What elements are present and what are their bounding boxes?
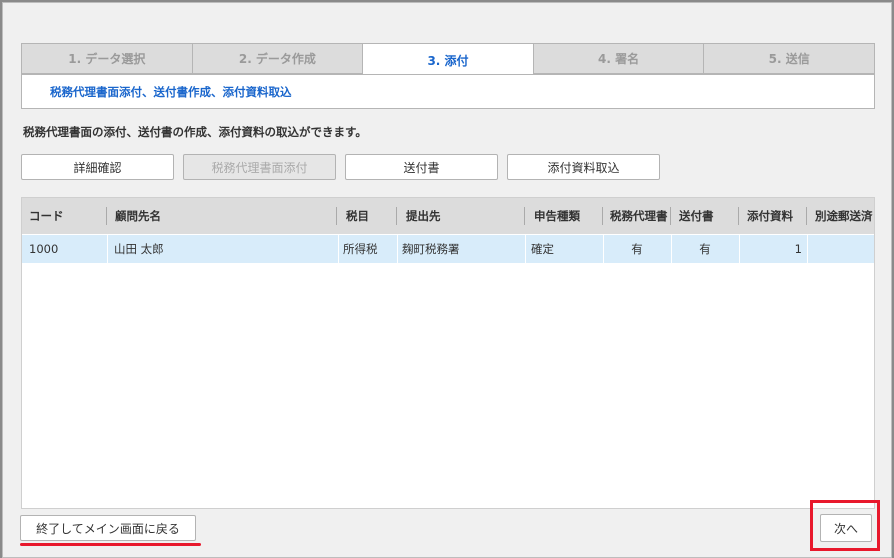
tab-send[interactable]: 5. 送信: [703, 43, 875, 74]
exit-to-main-button[interactable]: 終了してメイン画面に戻る: [20, 515, 196, 541]
cover-letter-button[interactable]: 送付書: [345, 154, 498, 180]
column-divider[interactable]: [806, 207, 807, 225]
dialog-window: 1. データ選択 2. データ作成 3. 添付 4. 署名 5. 送信 税務代理…: [2, 2, 892, 558]
page-description: 税務代理書面の添付、送付書の作成、添付資料の取込ができます。: [23, 125, 367, 139]
cell-divider: [525, 235, 526, 263]
detail-button[interactable]: 詳細確認: [21, 154, 174, 180]
column-divider[interactable]: [396, 207, 397, 225]
exit-button-highlight-underline: [20, 543, 201, 546]
cell-attachment-count: 1: [794, 242, 802, 256]
cell-code: 1000: [29, 242, 59, 256]
column-header[interactable]: 税務代理書: [610, 198, 669, 234]
step-tabs: 1. データ選択 2. データ作成 3. 添付 4. 署名 5. 送信: [21, 43, 875, 76]
cell-divider: [397, 235, 398, 263]
column-header[interactable]: 添付資料: [747, 198, 805, 234]
tab-data-select[interactable]: 1. データ選択: [21, 43, 192, 74]
subpanel-title: 税務代理書面添付、送付書作成、添付資料取込: [50, 85, 292, 99]
column-header[interactable]: 送付書: [679, 198, 737, 234]
column-divider[interactable]: [670, 207, 671, 225]
step-subpanel: 税務代理書面添付、送付書作成、添付資料取込: [21, 74, 875, 109]
cell-tax-item: 所得税: [343, 242, 378, 256]
cell-cover-letter: 有: [699, 242, 711, 256]
column-header[interactable]: 顧問先名: [115, 198, 335, 234]
cell-divider: [338, 235, 339, 263]
table-header: コード 顧問先名 税目 提出先 申告種類 税務代理書 送付書 添付資料 別途郵送…: [22, 198, 874, 234]
next-button-highlight-box: [810, 500, 880, 551]
column-divider[interactable]: [106, 207, 107, 225]
column-header[interactable]: 申告種類: [534, 198, 600, 234]
cell-tax-agent-doc: 有: [631, 242, 643, 256]
cell-mailed-separately: [808, 235, 874, 263]
attachment-import-button[interactable]: 添付資料取込: [507, 154, 660, 180]
column-header[interactable]: 税目: [346, 198, 394, 234]
tab-attach[interactable]: 3. 添付: [362, 43, 533, 76]
column-divider[interactable]: [602, 207, 603, 225]
column-header[interactable]: 提出先: [406, 198, 521, 234]
column-divider[interactable]: [524, 207, 525, 225]
column-divider[interactable]: [336, 207, 337, 225]
data-table: コード 顧問先名 税目 提出先 申告種類 税務代理書 送付書 添付資料 別途郵送…: [21, 197, 875, 509]
tax-agent-attach-button: 税務代理書面添付: [183, 154, 336, 180]
cell-filing-type: 確定: [531, 242, 554, 256]
cell-divider: [107, 235, 108, 263]
column-header[interactable]: コード: [29, 198, 104, 234]
cell-client-name: 山田 太郎: [114, 242, 164, 256]
column-header[interactable]: 別途郵送済: [815, 198, 874, 234]
cell-submit-to: 麹町税務署: [402, 242, 460, 256]
tab-sign[interactable]: 4. 署名: [532, 43, 704, 74]
tab-data-create[interactable]: 2. データ作成: [191, 43, 363, 74]
table-row[interactable]: 1000 山田 太郎 所得税 麹町税務署 確定 有 有 1: [22, 235, 874, 263]
column-divider[interactable]: [738, 207, 739, 225]
